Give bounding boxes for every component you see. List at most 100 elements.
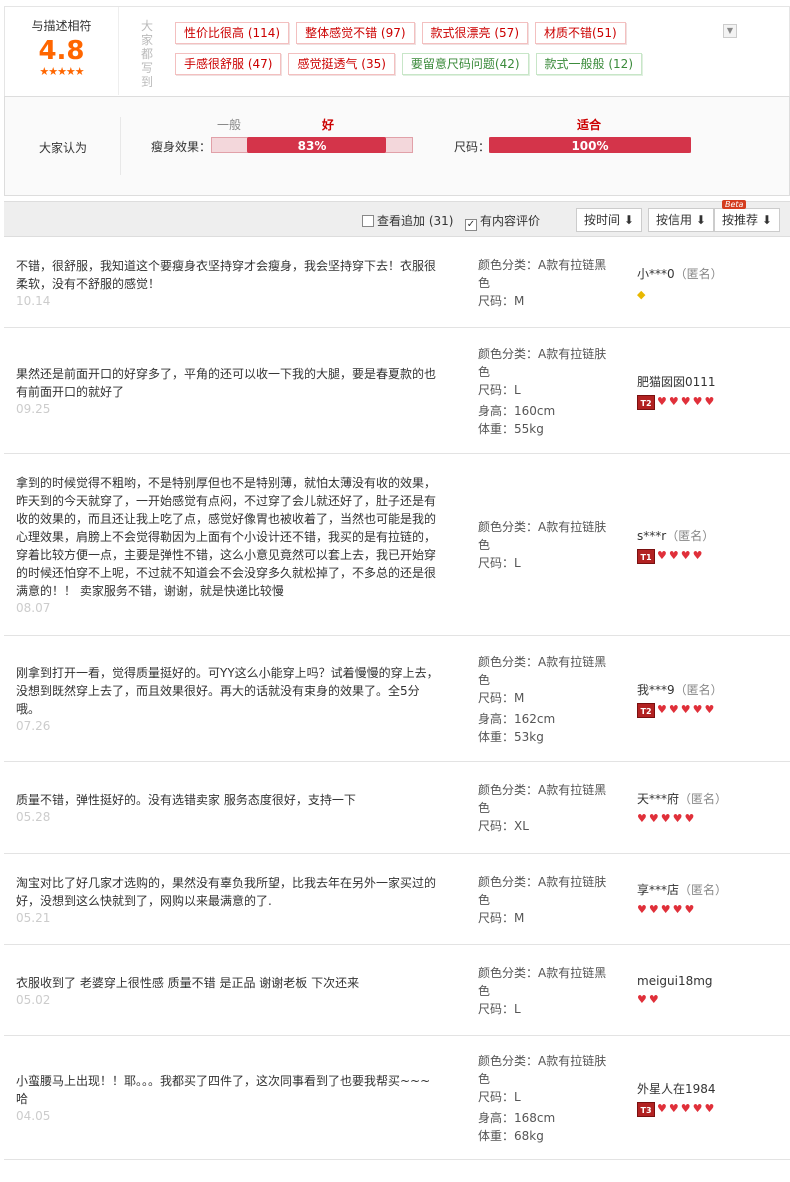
weight-spec: 体重：55kg bbox=[478, 420, 610, 438]
review-content: 小蛮腰马上出现！！耶。。。我都买了四件了，这次同事看到了也要我帮买~~~哈 04.… bbox=[16, 1072, 441, 1124]
color-spec-label: 颜色分类： bbox=[478, 875, 539, 889]
size-spec-value: M bbox=[514, 911, 525, 925]
sort-by-credit-button[interactable]: 按信用 ⬇ bbox=[648, 208, 714, 232]
reviewer-name[interactable]: 小***0 bbox=[637, 267, 675, 281]
size-spec-label: 尺码： bbox=[478, 1090, 515, 1104]
sort-by-time-button[interactable]: 按时间 ⬇ bbox=[576, 208, 642, 232]
reviewer: s***r（匿名） T1 ♥ ♥ ♥ ♥ bbox=[637, 527, 777, 564]
opinion-panel: 大家认为 一般 好 瘦身效果： 83% 适合 尺码： 100% bbox=[4, 96, 790, 196]
opinion-title: 大家认为 bbox=[39, 141, 88, 155]
score-value: 4.8 bbox=[38, 36, 85, 66]
impression-tag[interactable]: 款式很漂亮 (57) bbox=[421, 22, 528, 44]
review-list: 不错，很舒服，我知道这个要瘦身衣坚持穿才会瘦身，我会坚持穿下去！衣服很柔软，没有… bbox=[4, 238, 790, 1160]
credit-heart-icon: ♥ bbox=[704, 703, 715, 716]
anonymous-tag: （匿名） bbox=[679, 792, 728, 806]
credit-heart-icon: ♥ bbox=[648, 993, 659, 1006]
slimming-percent: 83% bbox=[297, 139, 327, 153]
slimming-label: 瘦身效果： bbox=[151, 140, 212, 154]
rating-summary: 与描述相符 4.8 ★★★★★ 大家都写到 性价比很高 (114) 整体感觉不错 … bbox=[4, 6, 790, 96]
size-spec-value: M bbox=[514, 691, 525, 705]
review-row: 果然还是前面开口的好穿多了，平角的还可以收一下我的大腿，要是春夏款的也有前面开口… bbox=[4, 328, 790, 454]
review-text: 不错，很舒服，我知道这个要瘦身衣坚持穿才会瘦身，我会坚持穿下去！衣服很柔软，没有… bbox=[16, 259, 437, 291]
review-row: 小蛮腰马上出现！！耶。。。我都买了四件了，这次同事看到了也要我帮买~~~哈 04.… bbox=[4, 1036, 790, 1160]
anonymous-tag: （匿名） bbox=[666, 529, 715, 543]
impression-tag[interactable]: 性价比很高 (114) bbox=[175, 22, 290, 44]
reviewer-name[interactable]: 天***府 bbox=[637, 792, 679, 806]
size-spec: 尺码：L bbox=[478, 1088, 610, 1106]
reviewer: 天***府（匿名） ♥ ♥ ♥ ♥ ♥ bbox=[637, 790, 777, 827]
credit-heart-icon: ♥ bbox=[692, 703, 703, 716]
size-spec-label: 尺码： bbox=[478, 294, 515, 308]
reviewer-badges: ♥ ♥ ♥ ♥ ♥ bbox=[637, 902, 777, 918]
size-spec-label: 尺码： bbox=[478, 556, 515, 570]
reviewer-name[interactable]: 肥猫囡囡0111 bbox=[637, 375, 716, 389]
review-specs: 颜色分类：A款有拉链肤色 尺码：L bbox=[478, 518, 610, 572]
credit-heart-icon: ♥ bbox=[668, 395, 679, 408]
sort-by-recommend-button[interactable]: Beta 按推荐 ⬇ bbox=[714, 200, 780, 232]
weight-spec-label: 体重： bbox=[478, 1129, 515, 1143]
size-percent: 100% bbox=[571, 139, 609, 153]
vip-level-icon: T3 bbox=[637, 1101, 655, 1117]
sort-credit-label: 按信用 bbox=[656, 213, 693, 227]
review-date: 08.07 bbox=[16, 601, 51, 615]
followup-checkbox[interactable]: 查看追加 (31) bbox=[362, 212, 453, 229]
size-spec-label: 尺码： bbox=[478, 691, 515, 705]
vip-level-icon: T2 bbox=[637, 394, 655, 410]
tags-side-label: 大家都写到 bbox=[140, 19, 153, 89]
credit-heart-icon: ♥ bbox=[637, 993, 647, 1006]
reviewer-badges: T2 ♥ ♥ ♥ ♥ ♥ bbox=[637, 394, 777, 410]
reviewer-name-line: 我***9（匿名） bbox=[637, 681, 777, 698]
checkbox-icon[interactable] bbox=[362, 215, 374, 227]
reviewer: 肥猫囡囡0111 T2 ♥ ♥ ♥ ♥ ♥ bbox=[637, 373, 777, 410]
reviewer-name-line: meigui18mg bbox=[637, 974, 777, 988]
reviewer-name[interactable]: 享***店 bbox=[637, 883, 679, 897]
anonymous-tag: （匿名） bbox=[674, 683, 723, 697]
size-spec-label: 尺码： bbox=[478, 1002, 515, 1016]
weight-spec-label: 体重： bbox=[478, 422, 515, 436]
reviewer-name[interactable]: 我***9 bbox=[637, 683, 675, 697]
size-spec: 尺码：L bbox=[478, 554, 610, 572]
reviewer-name[interactable]: 外星人在1984 bbox=[637, 1082, 716, 1096]
credit-heart-icon: ♥ bbox=[657, 703, 667, 716]
content-checkbox[interactable]: ✓ 有内容评价 bbox=[465, 212, 540, 231]
impression-tag[interactable]: 手感很舒服 (47) bbox=[175, 53, 282, 75]
size-high-text: 适合 bbox=[577, 118, 602, 132]
impression-tag[interactable]: 感觉挺透气 (35) bbox=[288, 53, 395, 75]
credit-heart-icon: ♥ bbox=[692, 395, 703, 408]
reviewer-name[interactable]: s***r bbox=[637, 529, 666, 543]
review-row: 衣服收到了 老婆穿上很性感 质量不错 是正品 谢谢老板 下次还来 05.02 颜色分… bbox=[4, 945, 790, 1036]
color-spec-label: 颜色分类： bbox=[478, 655, 539, 669]
impression-tag[interactable]: 要留意尺码问题(42) bbox=[401, 53, 529, 75]
size-spec: 尺码：M bbox=[478, 909, 610, 927]
impression-tag[interactable]: 材质不错(51) bbox=[535, 22, 626, 44]
credit-heart-icon: ♥ bbox=[668, 1102, 679, 1115]
credit-heart-icon: ♥ bbox=[660, 903, 671, 916]
credit-heart-icon: ♥ bbox=[680, 549, 691, 562]
impression-tag[interactable]: 整体感觉不错 (97) bbox=[296, 22, 415, 44]
reviewer-badges: ♥ ♥ bbox=[637, 992, 777, 1008]
arrow-down-icon: ⬇ bbox=[623, 213, 634, 227]
checkbox-icon[interactable]: ✓ bbox=[465, 219, 477, 231]
credit-heart-icon: ♥ bbox=[648, 812, 659, 825]
review-text: 小蛮腰马上出现！！耶。。。我都买了四件了，这次同事看到了也要我帮买~~~哈 bbox=[16, 1074, 431, 1106]
color-spec-label: 颜色分类： bbox=[478, 1054, 539, 1068]
reviewer-name-line: 肥猫囡囡0111 bbox=[637, 373, 777, 390]
impression-tag[interactable]: 款式一般般 (12) bbox=[535, 53, 642, 75]
color-spec: 颜色分类：A款有拉链黑色 bbox=[478, 653, 610, 689]
credit-diamond-icon: ◆ bbox=[637, 287, 646, 301]
size-spec-value: L bbox=[514, 1090, 521, 1104]
review-specs: 颜色分类：A款有拉链肤色 尺码：L 身高：160cm 体重：55kg bbox=[478, 345, 610, 438]
chevron-down-icon[interactable]: ▼ bbox=[723, 24, 737, 38]
review-content: 衣服收到了 老婆穿上很性感 质量不错 是正品 谢谢老板 下次还来 05.02 bbox=[16, 974, 441, 1008]
reviewer-name[interactable]: meigui18mg bbox=[637, 974, 713, 988]
review-specs: 颜色分类：A款有拉链肤色 尺码：L 身高：168cm 体重：68kg bbox=[478, 1052, 610, 1145]
star-rating-icon: ★★★★★ bbox=[39, 65, 84, 78]
filter-bar: 查看追加 (31) ✓ 有内容评价 按时间 ⬇ 按信用 ⬇ Beta 按推荐 ⬇ bbox=[4, 200, 790, 237]
color-spec: 颜色分类：A款有拉链肤色 bbox=[478, 345, 610, 381]
credit-heart-icon: ♥ bbox=[692, 1102, 703, 1115]
weight-spec: 体重：53kg bbox=[478, 728, 610, 746]
size-spec-value: M bbox=[514, 294, 525, 308]
size-spec: 尺码：XL bbox=[478, 817, 610, 835]
color-spec-label: 颜色分类： bbox=[478, 783, 539, 797]
weight-spec: 体重：68kg bbox=[478, 1127, 610, 1145]
